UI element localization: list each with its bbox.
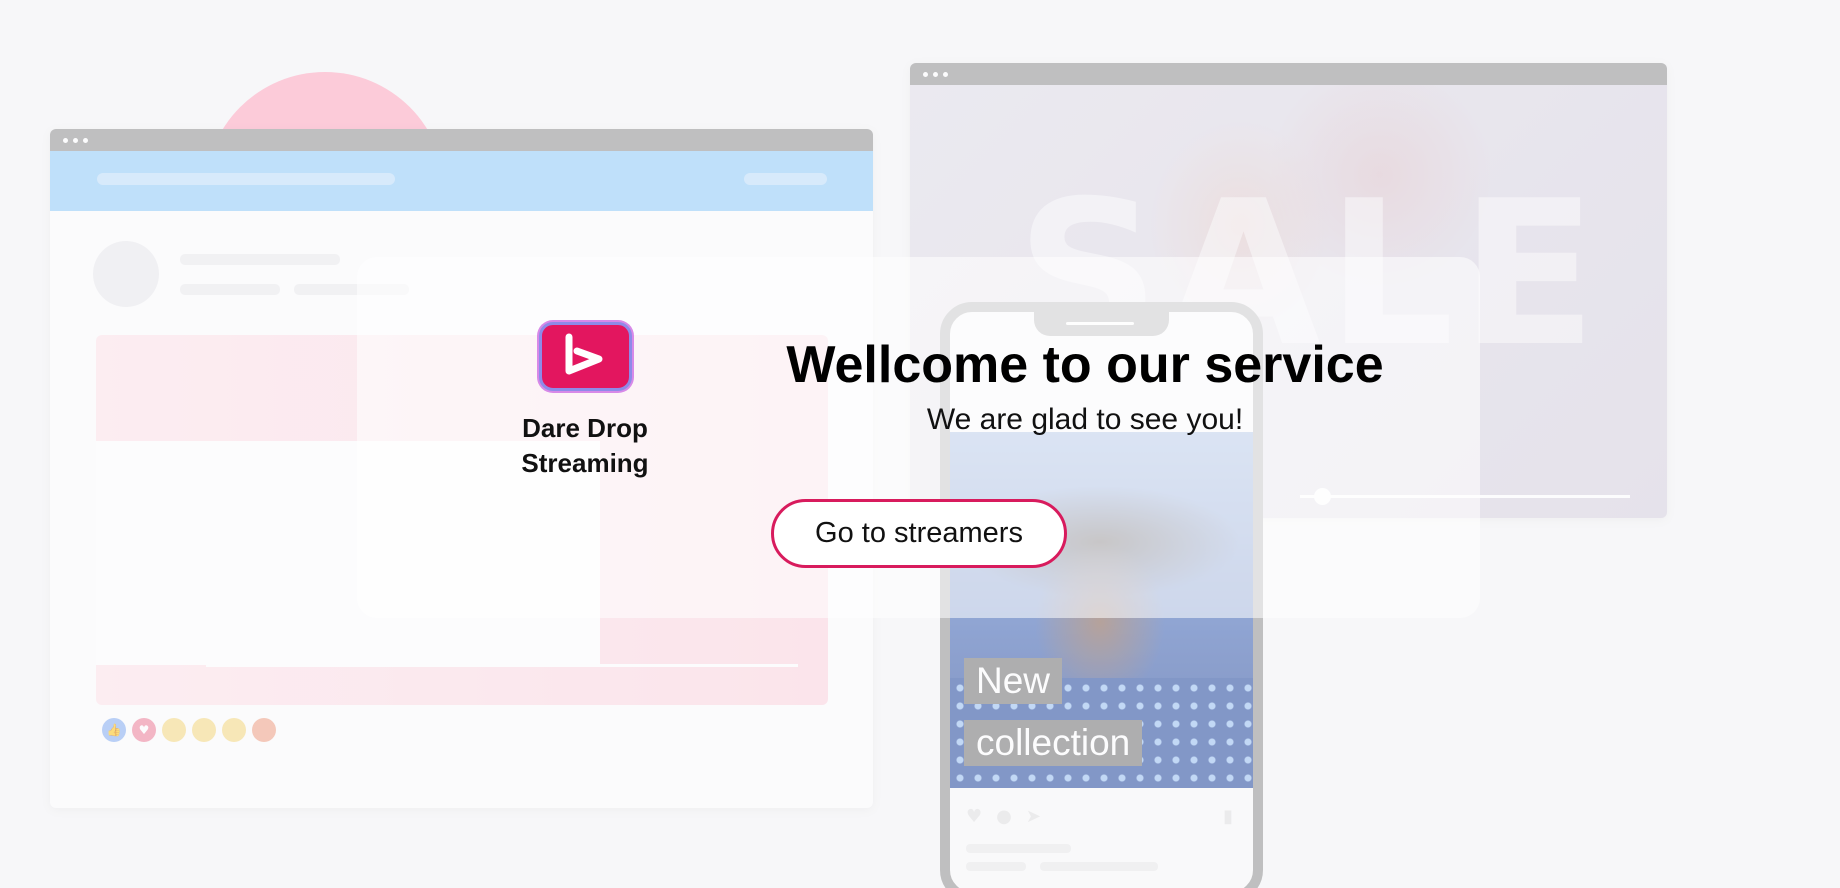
page-subtitle: We are glad to see you!	[926, 403, 1244, 436]
brand-name: Dare Drop Streaming	[521, 413, 649, 478]
page-title: Wellcome to our service	[786, 336, 1384, 394]
dare-drop-logo-icon	[538, 322, 632, 391]
b-glyph-icon	[565, 333, 603, 374]
brand-block: Dare Drop Streaming	[505, 322, 665, 481]
go-to-streamers-button[interactable]: Go to streamers	[771, 499, 1067, 568]
